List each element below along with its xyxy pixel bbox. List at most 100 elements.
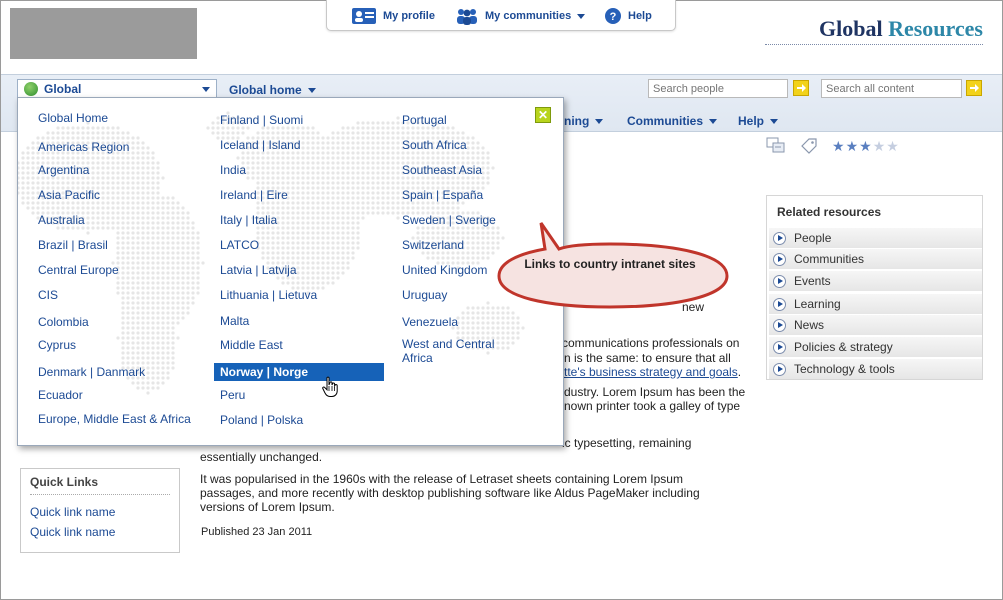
paragraph-line: It was popularised in the 1960s with the… <box>200 472 683 486</box>
hand-cursor-icon <box>322 376 338 397</box>
country-link[interactable]: Poland | Polska <box>220 413 303 427</box>
country-link[interactable]: Ecuador <box>38 388 83 402</box>
country-link[interactable]: Iceland | Island <box>220 138 301 152</box>
help-link[interactable]: ? Help <box>604 6 652 26</box>
arrow-circle-icon <box>773 274 786 288</box>
country-link[interactable]: Peru <box>220 388 245 402</box>
arrow-circle-icon <box>773 231 786 245</box>
country-link[interactable]: Cyprus <box>38 338 76 352</box>
star-icon[interactable]: ★ <box>859 138 872 155</box>
country-link[interactable]: Finland | Suomi <box>220 113 303 127</box>
related-item-policies[interactable]: Policies & strategy <box>769 337 982 357</box>
nav-item-communities[interactable]: Communities <box>627 114 718 128</box>
rating-stars[interactable]: ★ ★ ★ ★ ★ <box>832 138 899 155</box>
chevron-down-icon <box>770 118 779 124</box>
related-item-learning[interactable]: Learning <box>769 294 982 314</box>
country-link[interactable]: Ireland | Eire <box>220 188 288 202</box>
country-link[interactable]: Denmark | Danmark <box>38 365 145 379</box>
related-item-label: People <box>794 231 832 245</box>
country-link[interactable]: Australia <box>38 213 85 227</box>
nav-item-label: Communities <box>627 114 704 128</box>
related-item-technology[interactable]: Technology & tools <box>769 359 982 379</box>
star-icon[interactable]: ★ <box>846 138 859 155</box>
related-resources-title: Related resources <box>777 205 882 219</box>
country-link[interactable]: Asia Pacific <box>38 188 100 202</box>
page-tools: ★ ★ ★ ★ ★ <box>766 137 899 155</box>
country-link[interactable]: Malta <box>220 314 249 328</box>
chevron-down-icon <box>202 87 210 92</box>
related-item-events[interactable]: Events <box>769 271 982 291</box>
tag-icon[interactable] <box>800 137 818 155</box>
country-link[interactable]: South Africa <box>402 138 467 152</box>
country-link[interactable]: Central Europe <box>38 263 119 277</box>
related-item-communities[interactable]: Communities <box>769 249 982 269</box>
country-link[interactable]: Spain | España <box>402 188 483 202</box>
paragraph-line: passages, and more recently with desktop… <box>200 486 700 500</box>
country-link[interactable]: CIS <box>38 288 58 302</box>
quick-links-title: Quick Links <box>30 475 99 489</box>
quick-links-panel: Quick Links Quick link name Quick link n… <box>20 468 180 553</box>
country-link[interactable]: Middle East <box>220 338 283 352</box>
text-fragment: essentially unchanged. <box>200 450 323 464</box>
help-label: Help <box>628 10 652 22</box>
search-people-go-button[interactable] <box>793 80 809 96</box>
country-link[interactable]: Venezuela <box>402 315 458 329</box>
country-link[interactable]: Italy | Italia <box>220 213 277 227</box>
svg-text:?: ? <box>610 11 617 23</box>
my-profile-link[interactable]: My profile <box>351 6 435 26</box>
related-item-label: Communities <box>794 252 865 266</box>
site-brand[interactable]: Global Resources <box>765 16 983 45</box>
country-link[interactable]: Latvia | Latvija <box>220 263 297 277</box>
country-link[interactable]: Argentina <box>38 163 89 177</box>
nav-item-learning[interactable]: ning <box>564 114 604 128</box>
strategy-link[interactable]: tte's business strategy and goals <box>564 365 738 379</box>
star-icon[interactable]: ★ <box>886 138 899 155</box>
country-link[interactable]: Global Home <box>38 111 108 125</box>
country-link[interactable]: Sweden | Sverige <box>402 213 496 227</box>
arrow-circle-icon <box>773 318 786 332</box>
related-item-people[interactable]: People <box>769 228 982 248</box>
country-link[interactable]: West and Central Africa <box>402 337 522 365</box>
country-link[interactable]: Southeast Asia <box>402 163 482 177</box>
chevron-down-icon <box>709 118 718 124</box>
nav-item-help[interactable]: Help <box>738 114 779 128</box>
brand-word-1: Global <box>819 16 883 41</box>
arrow-right-icon <box>797 84 806 92</box>
country-link[interactable]: Europe, Middle East & Africa <box>38 412 191 426</box>
help-circle-icon: ? <box>605 8 621 24</box>
close-button[interactable]: ✕ <box>535 107 551 123</box>
country-link[interactable]: Colombia <box>38 315 89 329</box>
search-all-go-button[interactable] <box>966 80 982 96</box>
country-link-selected[interactable]: Norway | Norge <box>214 363 384 381</box>
search-all-input[interactable] <box>821 79 962 98</box>
global-home-menu[interactable]: Global home <box>229 83 316 97</box>
paragraph-line: versions of Lorem Ipsum. <box>200 500 335 514</box>
quick-link[interactable]: Quick link name <box>30 525 115 539</box>
my-communities-menu[interactable]: My communities <box>455 6 586 26</box>
country-sites-dropdown: Global Home Americas Region Argentina As… <box>17 97 564 446</box>
people-group-icon <box>457 9 477 25</box>
star-icon[interactable]: ★ <box>832 138 845 155</box>
country-link[interactable]: Switzerland <box>402 238 464 252</box>
nav-item-label: Help <box>738 114 765 128</box>
close-icon: ✕ <box>537 108 549 122</box>
country-link[interactable]: United Kingdom <box>402 263 487 277</box>
country-link[interactable]: Portugal <box>402 113 447 127</box>
country-link[interactable]: Brazil | Brasil <box>38 238 108 252</box>
nav-item-label: ning <box>564 114 590 128</box>
chevron-down-icon <box>307 87 316 93</box>
country-link[interactable]: Uruguay <box>402 288 447 302</box>
country-link[interactable]: LATCO <box>220 238 259 252</box>
country-link[interactable]: India <box>220 163 246 177</box>
logo-placeholder <box>10 8 197 59</box>
global-site-selector[interactable]: Global <box>17 79 217 99</box>
related-item-news[interactable]: News <box>769 315 982 335</box>
share-icon[interactable] <box>766 137 786 155</box>
star-icon[interactable]: ★ <box>873 138 886 155</box>
quick-link[interactable]: Quick link name <box>30 505 115 519</box>
text-fragment: . <box>737 365 742 379</box>
country-link[interactable]: Lithuania | Lietuva <box>220 288 317 302</box>
related-item-label: Events <box>794 274 831 288</box>
country-link[interactable]: Americas Region <box>38 140 129 154</box>
search-people-input[interactable] <box>648 79 788 98</box>
